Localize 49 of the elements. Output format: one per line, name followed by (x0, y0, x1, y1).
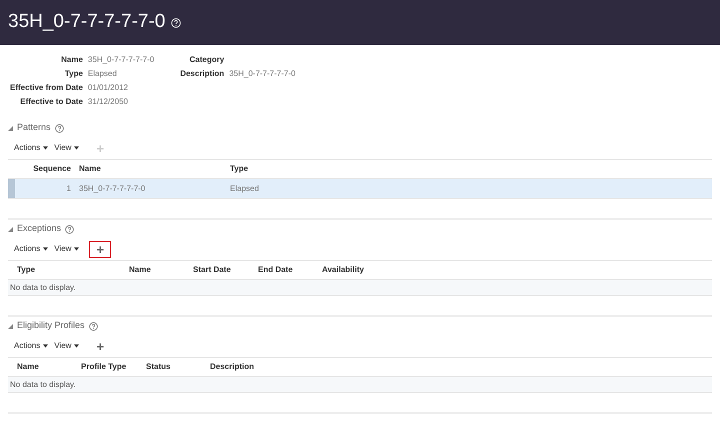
caret-icon (74, 344, 80, 348)
field-value: 01/01/2012 (88, 82, 129, 94)
field-label: Effective from Date (10, 82, 83, 94)
field-label: Category (188, 54, 224, 66)
column-header: Name (79, 164, 101, 173)
column-header: Type (17, 265, 36, 274)
caret-icon (74, 247, 80, 251)
caret-icon (43, 344, 48, 348)
column-header: Start Date (193, 265, 231, 274)
field-label: Name (60, 54, 83, 66)
view-menu-button[interactable]: View (54, 142, 80, 154)
table-cell: 1 (66, 184, 71, 192)
column-header: Availability (322, 265, 364, 274)
caret-icon (74, 146, 80, 150)
field-value: 35H_0-7-7-7-7-7-0 (229, 68, 296, 80)
column-header: Sequence (33, 164, 71, 173)
column-header: End Date (258, 265, 293, 274)
column-header: Status (146, 362, 170, 371)
actions-menu-button[interactable]: Actions (14, 340, 48, 352)
collapse-triangle-icon[interactable] (8, 324, 13, 328)
caret-icon (43, 146, 48, 150)
field-label: Description (180, 68, 224, 80)
collapse-triangle-icon[interactable] (8, 126, 13, 130)
table-cell: Elapsed (230, 184, 259, 192)
view-menu-button[interactable]: View (54, 243, 80, 255)
column-header: Description (210, 362, 254, 371)
field-label: Type (64, 68, 83, 80)
add-button[interactable]: + (89, 240, 112, 258)
add-button[interactable]: + (89, 338, 112, 354)
actions-menu-button[interactable]: Actions (14, 243, 48, 255)
actions-menu-button[interactable]: Actions (14, 142, 48, 154)
view-menu-button[interactable]: View (54, 340, 80, 352)
section-title: Exceptions (17, 222, 62, 236)
empty-message: No data to display. (10, 380, 76, 389)
field-value: 31/12/2050 (88, 96, 129, 108)
field-value: 35H_0-7-7-7-7-7-0 (88, 54, 154, 66)
empty-message: No data to display. (10, 283, 76, 292)
page-title: 35H_0-7-7-7-7-7-0 (8, 10, 166, 34)
collapse-triangle-icon[interactable] (8, 226, 13, 232)
caret-icon (43, 247, 48, 251)
column-header: Profile Type (81, 362, 126, 371)
section-title: Eligibility Profiles (17, 319, 85, 332)
column-header: Name (17, 362, 39, 371)
column-header: Type (230, 164, 248, 173)
table-cell: 35H_0-7-7-7-7-7-0 (79, 184, 146, 192)
field-label: Effective to Date (19, 96, 83, 108)
field-value: Elapsed (88, 68, 118, 80)
section-title: Patterns (17, 121, 51, 134)
column-header: Name (129, 265, 151, 274)
